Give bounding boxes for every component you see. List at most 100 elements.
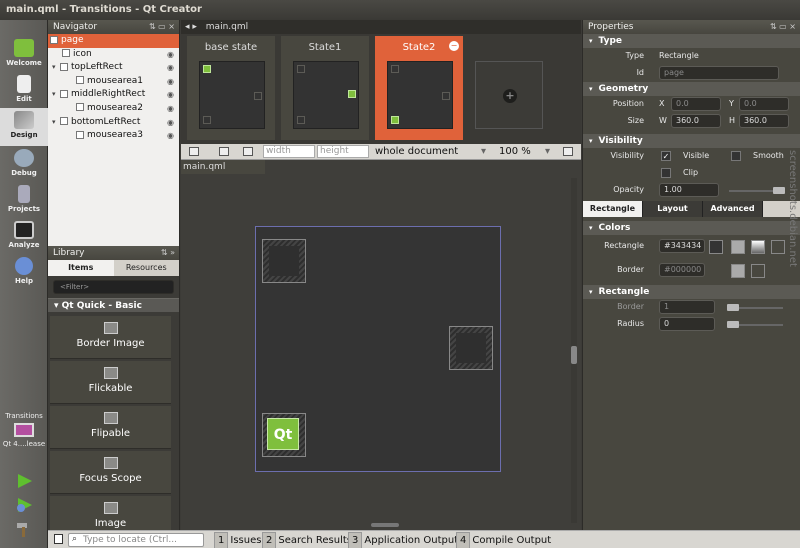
top-left-rect[interactable]	[262, 239, 306, 283]
eye-icon[interactable]: ◉	[167, 116, 174, 130]
expand-arrow-icon[interactable]: ▾	[52, 116, 60, 130]
nav-arrows[interactable]: ◂ ▸	[185, 22, 197, 32]
snap-icon[interactable]	[189, 147, 199, 156]
eye-icon[interactable]: ◉	[167, 61, 174, 75]
eye-icon[interactable]: ◉	[167, 88, 174, 102]
add-state-button[interactable]: +	[475, 61, 543, 129]
border-slider[interactable]	[727, 304, 783, 311]
dropdown-arrow-icon[interactable]: ▾	[481, 145, 486, 158]
tab-resources[interactable]: Resources	[113, 260, 179, 276]
eye-icon[interactable]: ◉	[167, 75, 174, 89]
debug-run-button[interactable]	[14, 496, 34, 514]
opacity-slider[interactable]	[729, 187, 785, 194]
reset-view-icon[interactable]	[563, 147, 573, 156]
state-base[interactable]: base state	[187, 36, 275, 140]
locator-input[interactable]: Type to locate (Ctrl...	[68, 533, 204, 547]
bounding-box-icon[interactable]	[219, 147, 229, 156]
nav-item-topleftrect[interactable]: ▾ topLeftRect ◉	[48, 61, 179, 75]
split-icons[interactable]: ⇅ »	[161, 246, 175, 260]
library-item-border-image[interactable]: Border Image	[50, 316, 171, 359]
solid-color-icon[interactable]	[731, 240, 745, 254]
type-section[interactable]: ▾ Type	[583, 34, 800, 48]
kit-selector[interactable]: Transitions Qt 4....lease	[0, 412, 48, 448]
library-filter-input[interactable]: <Filter>	[53, 280, 174, 294]
zoom-dropdown[interactable]: 100 %	[499, 145, 531, 158]
library-group-header[interactable]: ▾ Qt Quick - Basic	[48, 298, 179, 312]
horizontal-scrollbar[interactable]	[181, 522, 571, 528]
radius-slider[interactable]	[727, 321, 783, 328]
radius-field[interactable]: 0	[659, 317, 715, 331]
vertical-scrollbar[interactable]	[571, 178, 577, 523]
form-editor-canvas[interactable]: main.qml Qt	[181, 160, 581, 530]
mode-analyze[interactable]: Analyze	[0, 218, 48, 256]
tab-layout[interactable]: Layout	[643, 201, 703, 217]
width-field[interactable]: 360.0	[671, 114, 721, 128]
tab-rectangle[interactable]: Rectangle	[583, 201, 643, 217]
mode-design[interactable]: Design	[0, 108, 48, 146]
pane-compile-output[interactable]: 4 Compile Output	[456, 532, 551, 548]
tab-advanced[interactable]: Advanced	[703, 201, 763, 217]
nav-item-mousearea3[interactable]: mousearea3 ◉	[48, 129, 179, 143]
library-item-flipable[interactable]: Flipable	[50, 406, 171, 449]
smooth-checkbox[interactable]	[731, 151, 741, 161]
mode-edit[interactable]: Edit	[0, 72, 48, 110]
mode-projects[interactable]: Projects	[0, 182, 48, 220]
gradient-icon[interactable]	[751, 240, 765, 254]
toggle-sidebar-icon[interactable]	[54, 534, 63, 544]
middle-right-rect[interactable]	[449, 326, 493, 370]
visible-checkbox[interactable]: ✓	[661, 151, 671, 161]
scope-dropdown[interactable]: whole document	[375, 145, 458, 158]
build-button[interactable]	[14, 520, 34, 538]
color-swatch[interactable]	[709, 240, 723, 254]
width-field[interactable]: width	[263, 145, 315, 158]
id-field[interactable]: page	[659, 66, 779, 80]
solid-color-icon[interactable]	[731, 264, 745, 278]
state-state1[interactable]: State1	[281, 36, 369, 140]
pane-issues[interactable]: 1 Issues	[214, 532, 261, 548]
rectangle-section[interactable]: ▾ Rectangle	[583, 285, 800, 299]
tab-items[interactable]: Items	[48, 260, 114, 276]
library-item-flickable[interactable]: Flickable	[50, 361, 171, 404]
mode-help[interactable]: Help	[0, 254, 48, 292]
transparent-icon[interactable]	[751, 264, 765, 278]
border-color-field[interactable]: #000000	[659, 263, 705, 277]
nav-item-icon[interactable]: icon ◉	[48, 48, 179, 62]
split-close-icons[interactable]: ⇅ ▭ ×	[149, 20, 175, 34]
clip-checkbox[interactable]	[661, 168, 671, 178]
visibility-section[interactable]: ▾ Visibility	[583, 134, 800, 148]
library-item-focus-scope[interactable]: Focus Scope	[50, 451, 171, 494]
pane-application-output[interactable]: 3 Application Output	[348, 532, 458, 548]
nav-item-mousearea2[interactable]: mousearea2 ◉	[48, 102, 179, 116]
nav-item-bottomleftrect[interactable]: ▾ bottomLeftRect ◉	[48, 116, 179, 130]
show-edges-icon[interactable]	[243, 147, 253, 156]
nav-item-middlerightrect[interactable]: ▾ middleRightRect ◉	[48, 88, 179, 102]
color-field[interactable]: #343434	[659, 239, 705, 253]
mode-debug[interactable]: Debug	[0, 146, 48, 184]
run-button[interactable]	[14, 472, 34, 490]
border-width-field[interactable]: 1	[659, 300, 715, 314]
split-close-icons[interactable]: ⇅ ▭ ×	[770, 20, 796, 34]
transparent-icon[interactable]	[771, 240, 785, 254]
y-field[interactable]: 0.0	[739, 97, 789, 111]
qt-logo-icon[interactable]: Qt	[267, 418, 299, 450]
x-field[interactable]: 0.0	[671, 97, 721, 111]
remove-state-icon[interactable]: −	[449, 41, 459, 51]
expand-arrow-icon[interactable]: ▾	[52, 88, 60, 102]
opacity-field[interactable]: 1.00	[659, 183, 719, 197]
bottom-left-rect[interactable]: Qt	[262, 413, 306, 457]
state-state2[interactable]: State2 −	[375, 36, 463, 140]
height-field[interactable]: height	[317, 145, 369, 158]
expand-arrow-icon[interactable]: ▾	[52, 61, 60, 75]
dropdown-arrow-icon[interactable]: ▾	[545, 145, 550, 158]
eye-icon[interactable]: ◉	[167, 102, 174, 116]
nav-item-page[interactable]: page	[48, 34, 179, 48]
colors-section[interactable]: ▾ Colors	[583, 221, 800, 235]
nav-item-mousearea1[interactable]: mousearea1 ◉	[48, 75, 179, 89]
eye-icon[interactable]: ◉	[167, 48, 174, 62]
eye-icon[interactable]: ◉	[167, 129, 174, 143]
mode-welcome[interactable]: Welcome	[0, 36, 48, 74]
file-tab[interactable]: main.qml	[206, 22, 248, 32]
pane-search-results[interactable]: 2 Search Results	[262, 532, 352, 548]
height-field[interactable]: 360.0	[739, 114, 789, 128]
page-rectangle[interactable]: Qt	[255, 226, 501, 472]
